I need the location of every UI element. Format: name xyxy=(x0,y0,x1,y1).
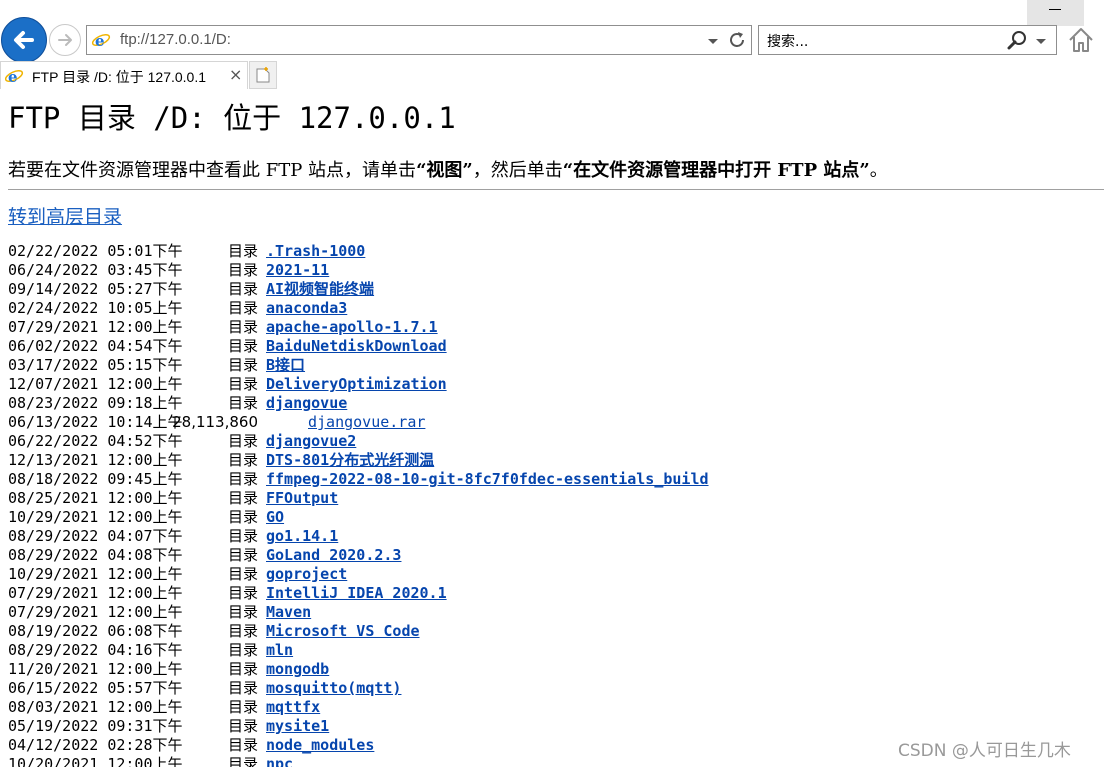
file-link[interactable]: djangovue.rar xyxy=(308,413,425,432)
entry-type: 目录 xyxy=(227,527,258,545)
entry-type: 目录 xyxy=(227,375,258,393)
directory-link[interactable]: B接口 xyxy=(266,356,305,375)
directory-link[interactable]: DTS-801分布式光纤测温 xyxy=(266,451,434,470)
entry-type: 目录 xyxy=(227,508,258,526)
intro-middle: ，然后单击 xyxy=(472,160,563,181)
entry-type: 目录 xyxy=(227,394,258,412)
forward-button[interactable] xyxy=(49,24,81,56)
intro-prefix: 若要在文件资源管理器中查看此 FTP 站点，请单击 xyxy=(8,160,417,181)
entry-type: 目录 xyxy=(227,698,258,716)
entry-type: 目录 xyxy=(227,489,258,507)
directory-link[interactable]: go1.14.1 xyxy=(266,527,338,546)
entry-type: 目录 xyxy=(227,755,258,767)
entry-type: 目录 xyxy=(227,679,258,697)
ie-logo-icon: e xyxy=(91,32,111,49)
intro-view: “视图” xyxy=(416,160,473,181)
directory-link[interactable]: 2021-11 xyxy=(266,261,329,280)
entry-type: 目录 xyxy=(227,470,258,488)
entry-type: 目录 xyxy=(227,565,258,583)
entry-type: 目录 xyxy=(227,660,258,678)
entry-type: 目录 xyxy=(227,356,258,374)
home-icon[interactable] xyxy=(1067,26,1095,54)
entry-type: 目录 xyxy=(227,717,258,735)
page-content: FTP 目录 /D: 位于 127.0.0.1 若要在文件资源管理器中查看此 F… xyxy=(0,88,1104,767)
directory-link[interactable]: djangovue2 xyxy=(266,432,356,451)
entry-type: 目录 xyxy=(227,736,258,754)
entry-type: 目录 xyxy=(227,261,258,279)
directory-link[interactable]: npc xyxy=(266,755,293,767)
directory-link[interactable]: GO xyxy=(266,508,284,527)
dropdown-arrow-icon[interactable] xyxy=(1035,38,1047,45)
minimize-icon xyxy=(1049,9,1061,10)
entry-type: 目录 xyxy=(227,451,258,469)
entry-type: 目录 xyxy=(227,546,258,564)
directory-link[interactable]: GoLand 2020.2.3 xyxy=(266,546,401,565)
directory-link[interactable]: DeliveryOptimization xyxy=(266,375,447,394)
directory-link[interactable]: Maven xyxy=(266,603,311,622)
directory-link[interactable]: mln xyxy=(266,641,293,660)
directory-link[interactable]: BaiduNetdiskDownload xyxy=(266,337,447,356)
entry-type: 目录 xyxy=(227,622,258,640)
page-title: FTP 目录 /D: 位于 127.0.0.1 xyxy=(8,101,456,135)
address-url[interactable]: ftp://127.0.0.1/D: xyxy=(120,31,231,48)
intro-suffix: 。 xyxy=(869,160,888,181)
ie-logo-icon: e xyxy=(4,68,24,85)
svg-text:e: e xyxy=(8,68,18,85)
directory-link[interactable]: FFOutput xyxy=(266,489,338,508)
new-tab-button[interactable] xyxy=(249,61,277,89)
entry-type: 目录 xyxy=(227,432,258,450)
directory-link[interactable]: node_modules xyxy=(266,736,374,755)
entry-type: 目录 xyxy=(227,584,258,602)
entry-type: 目录 xyxy=(227,603,258,621)
directory-link[interactable]: .Trash-1000 xyxy=(266,242,365,261)
directory-link[interactable]: Microsoft VS Code xyxy=(266,622,420,641)
parent-directory-link[interactable]: 转到高层目录 xyxy=(8,202,122,229)
directory-link[interactable]: apache-apollo-1.7.1 xyxy=(266,318,438,337)
entry-type: 目录 xyxy=(227,280,258,298)
search-box[interactable]: 搜索... xyxy=(758,25,1057,55)
directory-link[interactable]: mysite1 xyxy=(266,717,329,736)
back-arrow-icon xyxy=(14,31,34,49)
intro-text: 若要在文件资源管理器中查看此 FTP 站点，请单击“视图”，然后单击“在文件资源… xyxy=(8,156,888,182)
intro-action: “在文件资源管理器中打开 FTP 站点” xyxy=(562,160,870,181)
dropdown-arrow-icon[interactable] xyxy=(707,38,719,45)
entry-type: 目录 xyxy=(227,318,258,336)
directory-link[interactable]: goproject xyxy=(266,565,347,584)
entry-type: 目录 xyxy=(227,242,258,260)
directory-link[interactable]: AI视频智能终端 xyxy=(266,280,374,299)
entry-type: 目录 xyxy=(227,299,258,317)
directory-link[interactable]: anaconda3 xyxy=(266,299,347,318)
directory-link[interactable]: mosquitto(mqtt) xyxy=(266,679,401,698)
directory-link[interactable]: mqttfx xyxy=(266,698,320,717)
search-icon[interactable] xyxy=(1007,30,1027,50)
search-placeholder[interactable]: 搜索... xyxy=(767,31,808,51)
directory-link[interactable]: ffmpeg-2022-08-10-git-8fc7f0fdec-essenti… xyxy=(266,470,709,489)
minimize-button[interactable] xyxy=(1027,0,1084,26)
svg-text:e: e xyxy=(95,32,105,49)
divider xyxy=(8,189,1104,190)
directory-link[interactable]: IntelliJ IDEA 2020.1 xyxy=(266,584,447,603)
tab-close-button[interactable]: × xyxy=(229,65,242,84)
directory-link[interactable]: djangovue xyxy=(266,394,347,413)
directory-link[interactable]: mongodb xyxy=(266,660,329,679)
tab-title: FTP 目录 /D: 位于 127.0.0.1 xyxy=(32,69,207,85)
tab-ftp-directory[interactable]: e FTP 目录 /D: 位于 127.0.0.1 × xyxy=(0,61,248,89)
back-button[interactable] xyxy=(1,17,47,63)
browser-chrome: e ftp://127.0.0.1/D: 搜索... e FTP 目录 /D: … xyxy=(0,0,1104,89)
entry-size: 28,113,860 xyxy=(172,413,258,431)
new-tab-icon xyxy=(256,67,270,83)
entry-type: 目录 xyxy=(227,641,258,659)
forward-arrow-icon xyxy=(58,34,72,46)
entry-type: 目录 xyxy=(227,337,258,355)
address-bar[interactable]: e ftp://127.0.0.1/D: xyxy=(86,25,752,55)
watermark: CSDN @人可日生几木 xyxy=(898,741,1071,761)
refresh-icon[interactable] xyxy=(727,30,747,50)
